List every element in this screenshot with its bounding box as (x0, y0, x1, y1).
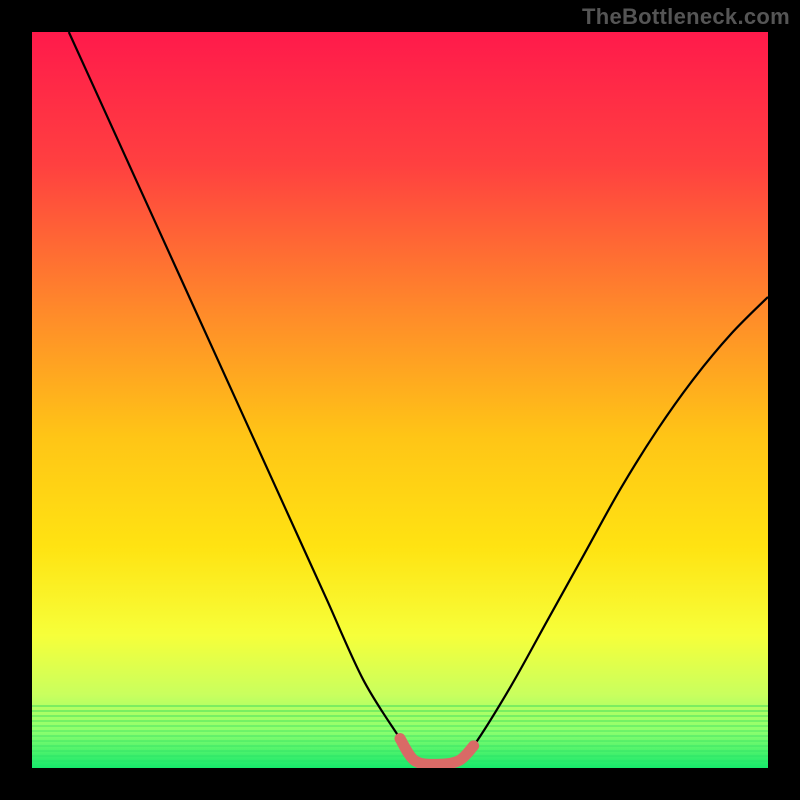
plot-area (32, 32, 768, 768)
chart-svg (32, 32, 768, 768)
gradient-background (32, 32, 768, 768)
watermark-text: TheBottleneck.com (582, 4, 790, 30)
chart-frame: TheBottleneck.com (0, 0, 800, 800)
